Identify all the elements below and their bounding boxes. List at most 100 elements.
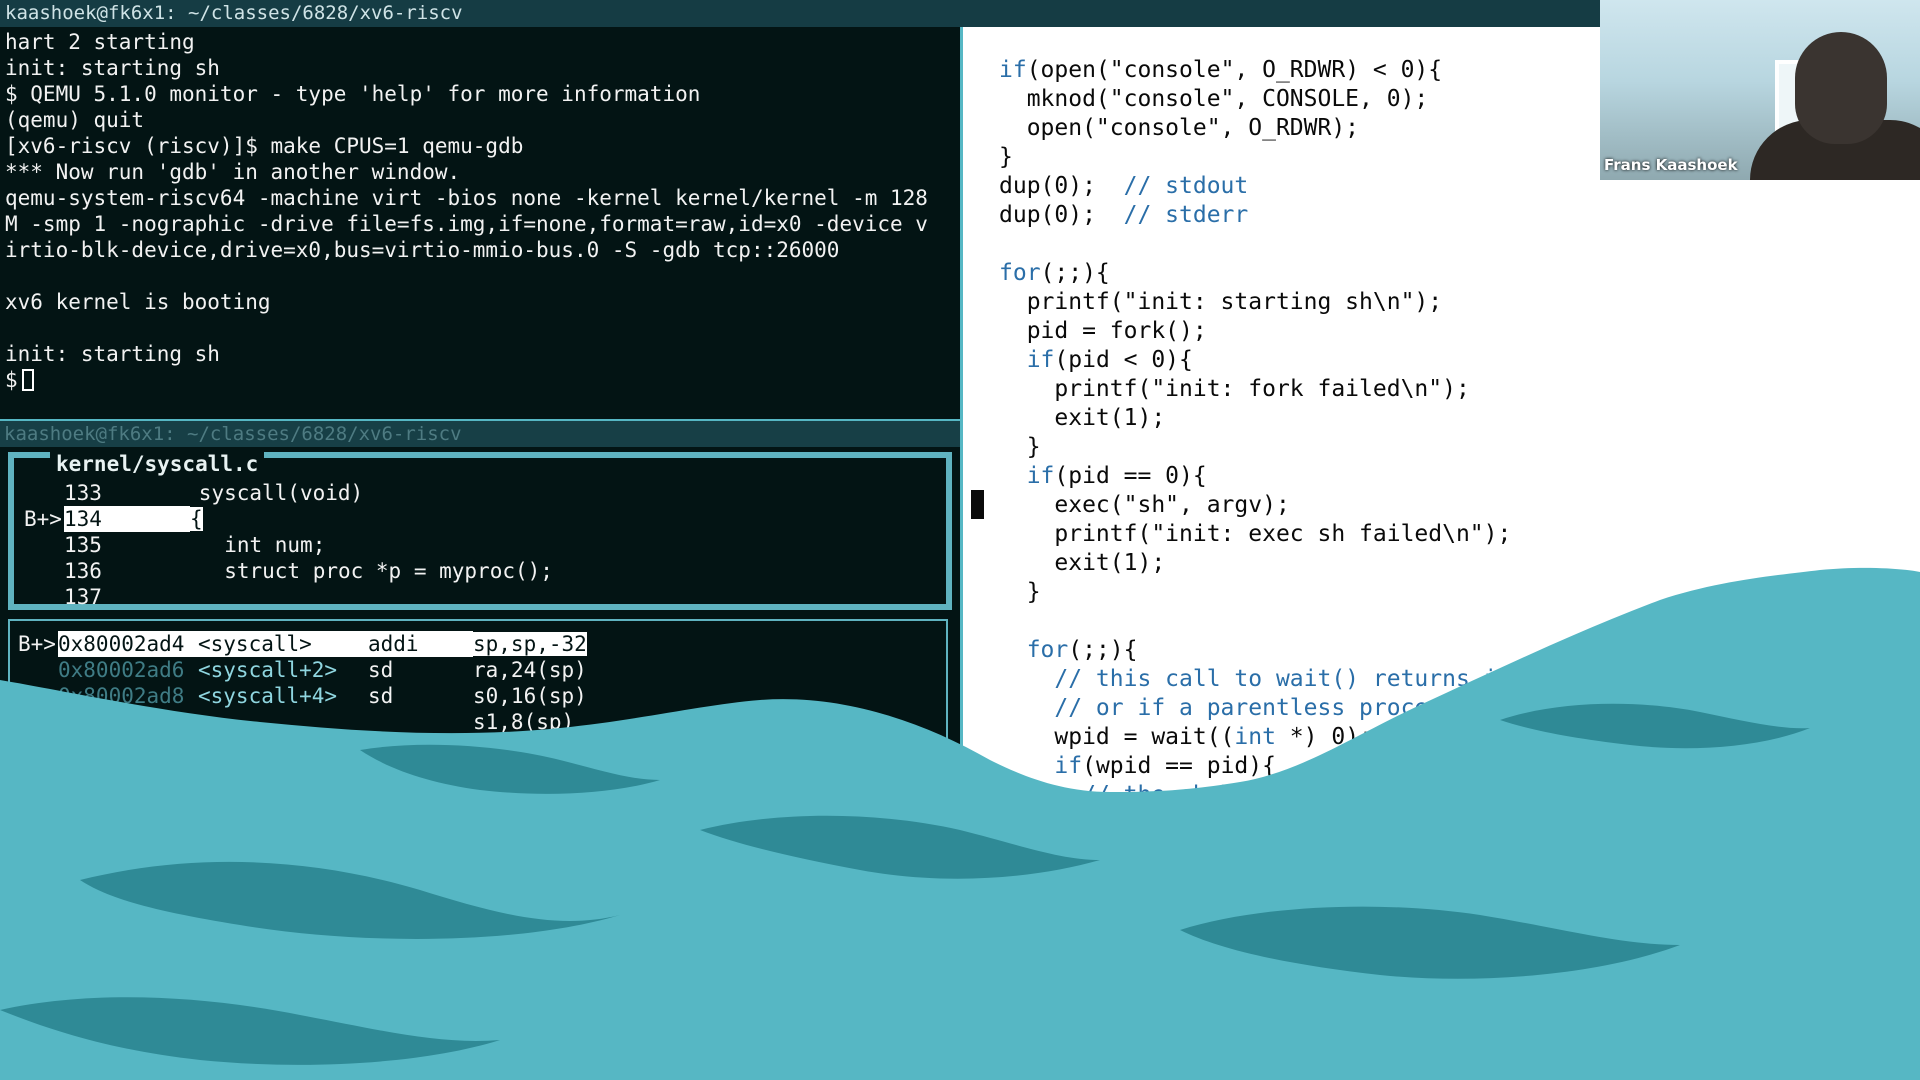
code-text: mknod("console", CONSOLE, 0); <box>999 86 1429 112</box>
asm-address: 0x80002ad4 <box>58 631 198 657</box>
source-line: 136 struct proc *p = myproc(); <box>24 558 944 584</box>
code-line: printf("init: fork failed\n"); <box>999 375 1608 404</box>
webcam-person-head <box>1795 32 1887 144</box>
code-keyword: for <box>999 260 1041 286</box>
code-line: if(open("console", O_RDWR) < 0){ <box>999 56 1608 85</box>
terminal-line: init: starting sh <box>5 342 220 366</box>
source-line-number: 137 <box>64 585 102 609</box>
code-text: } <box>999 434 1041 460</box>
source-line-number: 133 <box>64 481 102 505</box>
qemu-terminal[interactable]: hart 2 starting init: starting sh $ QEMU 5… <box>0 27 960 419</box>
code-comment: // or if a parentless process exits <box>1054 695 1540 721</box>
asm-operands: s0,16(sp) <box>473 684 587 708</box>
source-line-text: int num; <box>224 533 326 557</box>
asm-opcode: addi <box>368 631 473 657</box>
code-line: if(pid < 0){ <box>999 346 1608 375</box>
asm-address: 0x80002ad6 <box>58 658 185 682</box>
code-line: } <box>999 143 1608 172</box>
code-text: (wpid == pid){ <box>1082 753 1276 779</box>
wave-shadow-1 <box>80 861 620 939</box>
code-keyword: int <box>1234 724 1276 750</box>
webcam-video: Frans Kaashoek <box>1600 0 1920 180</box>
code-line: for(;;){ <box>999 259 1608 288</box>
code-keyword: if <box>999 57 1027 83</box>
code-keyword: if <box>1026 347 1055 373</box>
terminal-title-bar: kaashoek@fk6x1: ~/classes/6828/xv6-riscv <box>0 0 1600 27</box>
code-comment: // stderr <box>1123 202 1249 228</box>
code-text: } <box>999 579 1041 605</box>
terminal-line: init: starting sh <box>5 56 220 80</box>
code-keyword: if <box>1054 753 1083 779</box>
gdb-asm-pane[interactable]: B+>0x80002ad4 <syscall> addi sp,sp,-32 0x800… <box>8 619 948 799</box>
terminal-line: irtio-blk-device,drive=x0,bus=virtio-mmi… <box>5 238 840 262</box>
asm-lines: B+>0x80002ad4 <syscall> addi sp,sp,-32 0x800… <box>18 631 587 735</box>
code-line: dup(0); // stderr <box>999 201 1608 230</box>
source-line-text: { <box>190 507 203 531</box>
code-text: pid = fork(); <box>999 318 1207 344</box>
terminal-line: M -smp 1 -nographic -drive file=fs.img,i… <box>5 212 928 236</box>
code-line: exit(1); <box>999 404 1608 433</box>
code-text: exec("sh", argv); <box>999 492 1290 518</box>
code-text: printf("init: starting sh\n"); <box>999 289 1443 315</box>
asm-line: s1,8(sp) <box>18 709 587 735</box>
shell-prompt-line[interactable]: $ <box>5 367 960 393</box>
asm-line: B+>0x80002ad4 <syscall> addi sp,sp,-32 <box>18 631 587 657</box>
shell-prompt: $ <box>5 368 18 392</box>
breakpoint-marker: B+> <box>24 507 62 531</box>
code-line: pid = fork(); <box>999 317 1608 346</box>
gdb-terminal[interactable]: kernel/syscall.c 133 syscall(void) B+>134… <box>0 447 960 799</box>
code-line: exec("sh", argv); <box>999 491 1608 520</box>
code-line: } <box>999 433 1608 462</box>
gdb-source-pane[interactable]: kernel/syscall.c 133 syscall(void) B+>134… <box>8 452 952 610</box>
wave-shadow-3 <box>1180 906 1680 979</box>
code-text: *) 0); <box>1275 724 1373 750</box>
code-comment: // this call to wait() returns if the sh <box>1054 666 1609 692</box>
code-text: (;;){ <box>1040 260 1110 286</box>
code-text: open("console", O_RDWR); <box>999 115 1360 141</box>
code-line: exit(1); <box>999 549 1608 578</box>
asm-operands: s1,8(sp) <box>473 710 575 734</box>
code-line: printf("init: exec sh failed\n"); <box>999 520 1608 549</box>
terminal-line: (qemu) quit <box>5 108 145 132</box>
code-line: printf("init: starting sh\n"); <box>999 288 1608 317</box>
webcam-name-label: Frans Kaashoek <box>1604 156 1738 174</box>
asm-opcode: sd <box>368 658 394 682</box>
source-file-label: kernel/syscall.c <box>50 452 265 476</box>
code-text: } <box>999 144 1013 170</box>
asm-line: 0x80002ad8 <syscall+4> sd s0,16(sp) <box>18 683 587 709</box>
code-text: printf("init: fork failed\n"); <box>999 376 1470 402</box>
code-text: printf("init: exec sh failed\n"); <box>999 521 1512 547</box>
source-line-text: struct proc *p = myproc(); <box>224 559 553 583</box>
code-comment: // the shell <box>1082 782 1249 808</box>
source-line: 137 <box>24 584 944 610</box>
asm-line: 0x80002ad6 <syscall+2> sd ra,24(sp) <box>18 657 587 683</box>
code-line: dup(0); // stdout <box>999 172 1608 201</box>
source-line: 133 syscall(void) <box>24 480 944 506</box>
code-text: exit(1); <box>999 405 1166 431</box>
code-text: dup(0); <box>999 173 1124 199</box>
code-text: (pid < 0){ <box>1054 347 1193 373</box>
source-line-number: 134 <box>64 506 190 532</box>
code-line: if(wpid == pid){ <box>999 752 1608 781</box>
breakpoint-marker: B+> <box>18 632 56 656</box>
code-line: // the shell <box>999 781 1608 810</box>
code-comment: // stdout <box>1123 173 1249 199</box>
terminal-line: xv6 kernel is booting <box>5 290 271 314</box>
code-text: exit(1); <box>999 550 1166 576</box>
code-line: mknod("console", CONSOLE, 0); <box>999 85 1608 114</box>
asm-address: 0x80002ad8 <box>58 684 185 708</box>
asm-opcode: sd <box>368 684 394 708</box>
source-line-text: syscall(void) <box>198 481 364 505</box>
code-line: if(pid == 0){ <box>999 462 1608 491</box>
asm-symbol: <syscall+4> <box>198 684 338 708</box>
code-line: for(;;){ <box>999 636 1608 665</box>
